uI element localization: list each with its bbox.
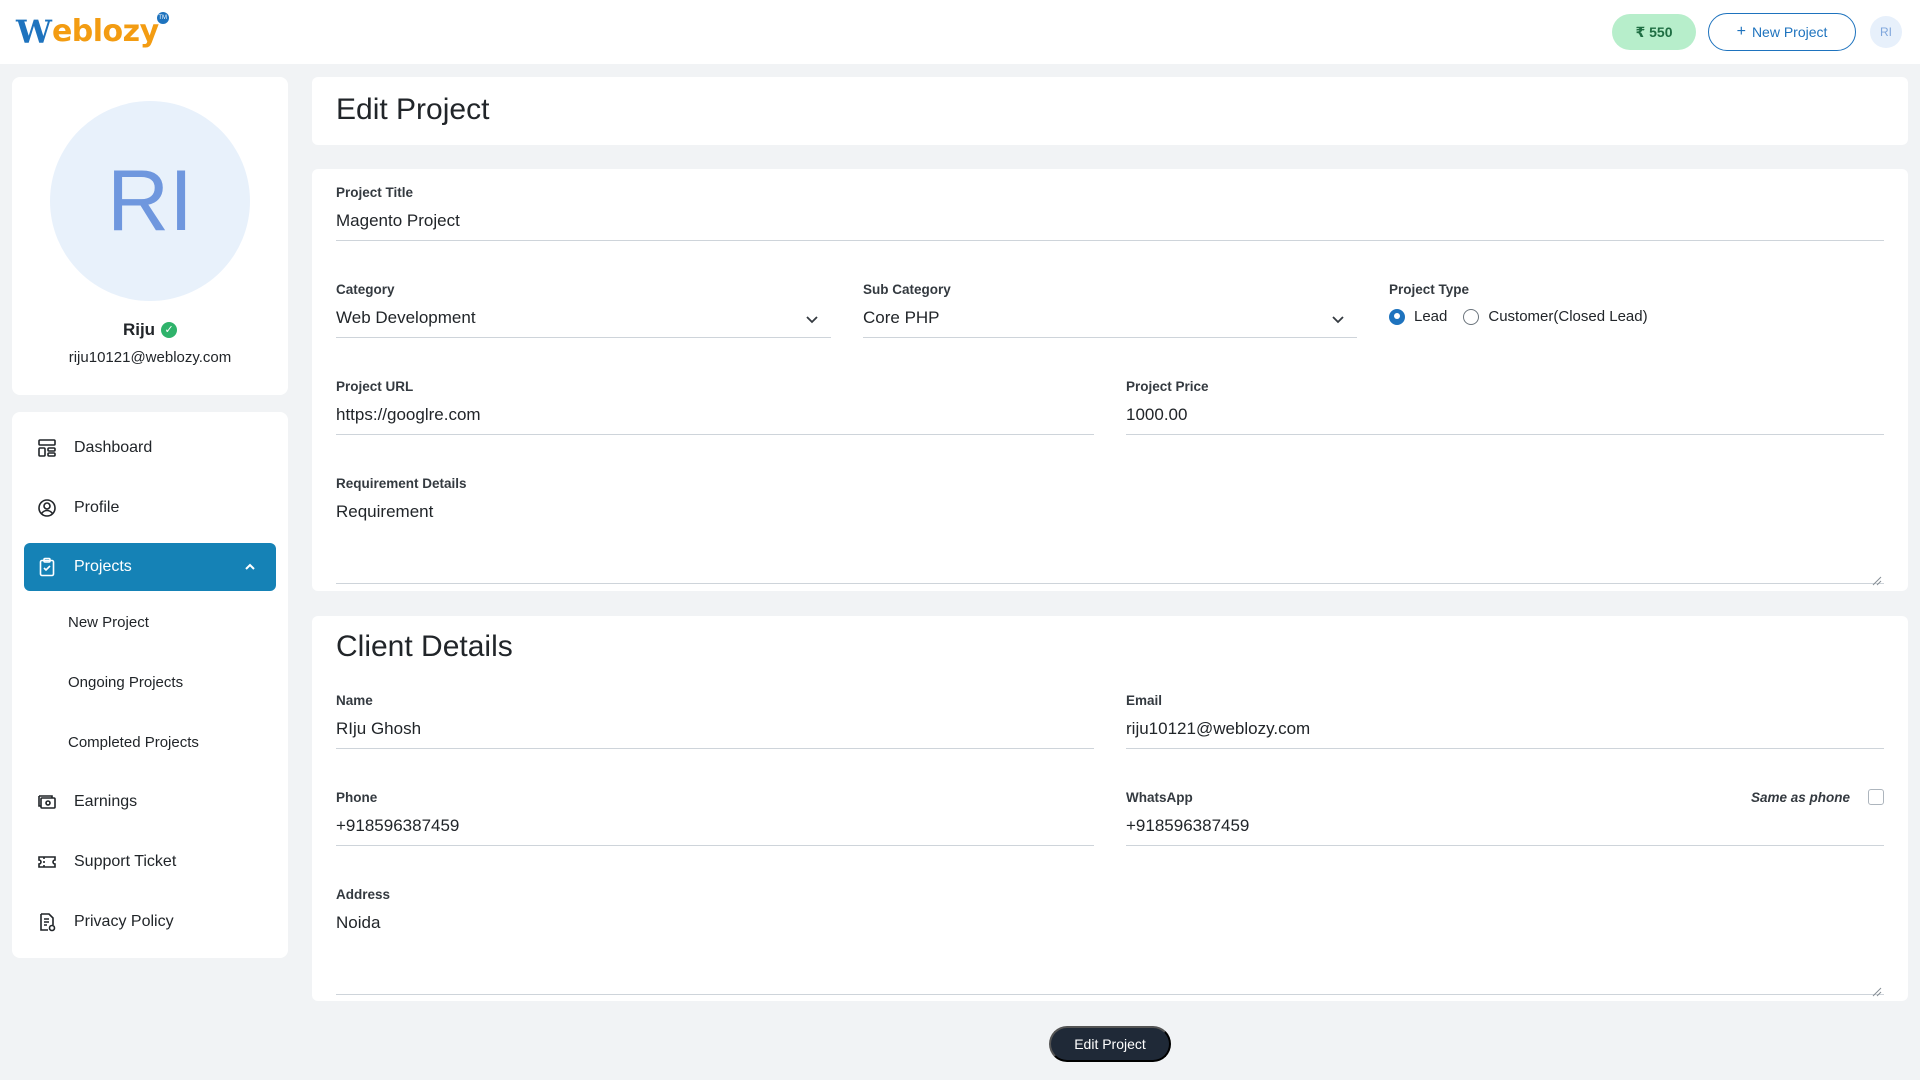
profile-name-row: Riju ✓	[12, 320, 288, 340]
project-url-label: Project URL	[336, 379, 414, 394]
verified-check-icon: ✓	[161, 322, 178, 338]
client-name-field: Name RIju Ghosh	[336, 693, 1094, 779]
client-name-label: Name	[336, 693, 373, 708]
sidebar-subitem-new-project[interactable]: New Project	[68, 614, 149, 631]
sidebar-item-label: Support Ticket	[74, 853, 177, 870]
sidebar-item-support-ticket[interactable]: Support Ticket	[24, 838, 276, 886]
client-phone-label: Phone	[336, 790, 378, 805]
same-as-phone-label: Same as phone	[1750, 789, 1850, 805]
resize-handle-icon[interactable]	[1872, 982, 1882, 997]
sub-category-field: Sub Category Core PHP	[863, 282, 1357, 368]
user-avatar[interactable]: RI	[1870, 16, 1902, 48]
radio-lead-indicator[interactable]	[1389, 308, 1405, 325]
dashboard-icon	[36, 437, 58, 459]
project-title-input[interactable]: Magento Project	[336, 203, 1884, 241]
cash-icon	[36, 791, 58, 813]
sidebar-item-profile[interactable]: Profile	[24, 484, 276, 532]
logo-mark: W	[16, 13, 52, 51]
client-email-field: Email riju10121@weblozy.com	[1126, 693, 1884, 779]
same-as-phone-option[interactable]: Same as phone	[1751, 789, 1884, 805]
page-title-card: Edit Project	[312, 77, 1908, 145]
wallet-balance-badge[interactable]: ₹ 550	[1612, 14, 1696, 50]
sidebar-nav: Dashboard Profile Projects New Project O…	[12, 412, 288, 958]
ticket-icon	[36, 851, 58, 873]
project-price-input[interactable]: 1000.00	[1126, 397, 1884, 435]
plus-icon: +	[1736, 23, 1746, 40]
project-price-field: Project Price 1000.00	[1126, 379, 1884, 465]
sidebar-item-label: Projects	[74, 558, 132, 575]
sub-category-selected-value: Core PHP	[863, 308, 940, 327]
sidebar-item-dashboard[interactable]: Dashboard	[24, 424, 276, 472]
client-address-text: Noida	[336, 913, 381, 932]
clipboard-icon	[36, 556, 58, 578]
sidebar-item-label: Privacy Policy	[74, 913, 174, 930]
client-phone-field: Phone +918596387459	[336, 790, 1094, 876]
policy-document-icon	[36, 911, 58, 933]
weblozy-logo[interactable]: W eblozy TM	[16, 10, 169, 54]
client-whatsapp-field: WhatsApp Same as phone +918596387459	[1126, 789, 1884, 876]
project-type-options: Lead Customer(Closed Lead)	[1389, 308, 1648, 325]
sidebar-item-label: Earnings	[74, 793, 138, 810]
category-selected-value: Web Development	[336, 308, 476, 327]
project-type-label: Project Type	[1389, 282, 1470, 297]
project-title-field: Project Title Magento Project	[336, 185, 1884, 271]
client-whatsapp-input[interactable]: +918596387459	[1126, 808, 1884, 846]
requirement-field: Requirement Details Requirement	[336, 476, 1884, 586]
client-email-input[interactable]: riju10121@weblozy.com	[1126, 711, 1884, 749]
radio-customer-label: Customer(Closed Lead)	[1488, 308, 1648, 325]
project-url-input[interactable]: https://googlre.com	[336, 397, 1094, 435]
sub-category-select[interactable]: Core PHP	[863, 300, 1357, 338]
radio-lead-label: Lead	[1414, 308, 1448, 325]
sidebar-item-label: Profile	[74, 499, 120, 516]
project-type-field: Project Type Lead Customer(Closed Lead)	[1389, 282, 1884, 368]
project-url-field: Project URL https://googlre.com	[336, 379, 1094, 465]
logo-text: eblozy	[51, 14, 159, 49]
chevron-down-icon	[1329, 310, 1347, 328]
sub-category-label: Sub Category	[863, 282, 951, 297]
client-name-input[interactable]: RIju Ghosh	[336, 711, 1094, 749]
sidebar-item-privacy-policy[interactable]: Privacy Policy	[24, 898, 276, 946]
edit-project-submit-button[interactable]: Edit Project	[1049, 1026, 1171, 1062]
new-project-button[interactable]: + New Project	[1708, 13, 1856, 51]
project-title-label: Project Title	[336, 185, 414, 200]
profile-avatar: RI	[50, 101, 250, 301]
profile-name: Riju	[122, 320, 156, 339]
page-title: Edit Project	[336, 93, 490, 126]
project-price-label: Project Price	[1126, 379, 1209, 394]
sidebar-subitem-ongoing-projects[interactable]: Ongoing Projects	[68, 674, 183, 691]
radio-customer[interactable]: Customer(Closed Lead)	[1463, 308, 1648, 325]
client-address-label: Address	[336, 887, 391, 902]
radio-customer-indicator[interactable]	[1463, 308, 1480, 325]
profile-email: riju10121@weblozy.com	[68, 349, 232, 366]
radio-lead[interactable]: Lead	[1389, 308, 1447, 325]
category-field: Category Web Development	[336, 282, 831, 368]
client-phone-input[interactable]: +918596387459	[336, 808, 1094, 846]
sidebar-item-earnings[interactable]: Earnings	[24, 778, 276, 826]
chevron-down-icon	[803, 310, 821, 328]
top-bar: W eblozy TM ₹ 550 + New Project RI	[0, 0, 1920, 64]
chevron-up-icon[interactable]	[240, 557, 260, 577]
user-circle-icon	[36, 497, 58, 519]
requirement-text: Requirement	[336, 502, 434, 521]
project-form-card: Project Title Magento Project Category W…	[312, 169, 1908, 591]
sidebar-item-label: Dashboard	[74, 439, 153, 456]
category-select[interactable]: Web Development	[336, 300, 831, 338]
same-as-phone-checkbox[interactable]	[1868, 789, 1884, 805]
client-address-textarea[interactable]: Noida	[336, 905, 1884, 997]
client-address-field: Address Noida	[336, 887, 1884, 997]
client-email-label: Email	[1126, 693, 1163, 708]
new-project-button-label: New Project	[1751, 24, 1828, 40]
client-details-card: Client Details Name RIju Ghosh Email rij…	[312, 616, 1908, 1001]
sidebar-item-projects[interactable]: Projects	[24, 543, 276, 591]
sidebar-subitem-completed-projects[interactable]: Completed Projects	[68, 734, 199, 751]
requirement-textarea[interactable]: Requirement	[336, 494, 1884, 586]
profile-card: RI Riju ✓ riju10121@weblozy.com	[12, 77, 288, 395]
category-label: Category	[336, 282, 395, 297]
requirement-label: Requirement Details	[336, 476, 467, 491]
logo-tm-badge: TM	[156, 12, 169, 24]
client-details-title: Client Details	[336, 630, 513, 663]
resize-handle-icon[interactable]	[1872, 571, 1882, 586]
